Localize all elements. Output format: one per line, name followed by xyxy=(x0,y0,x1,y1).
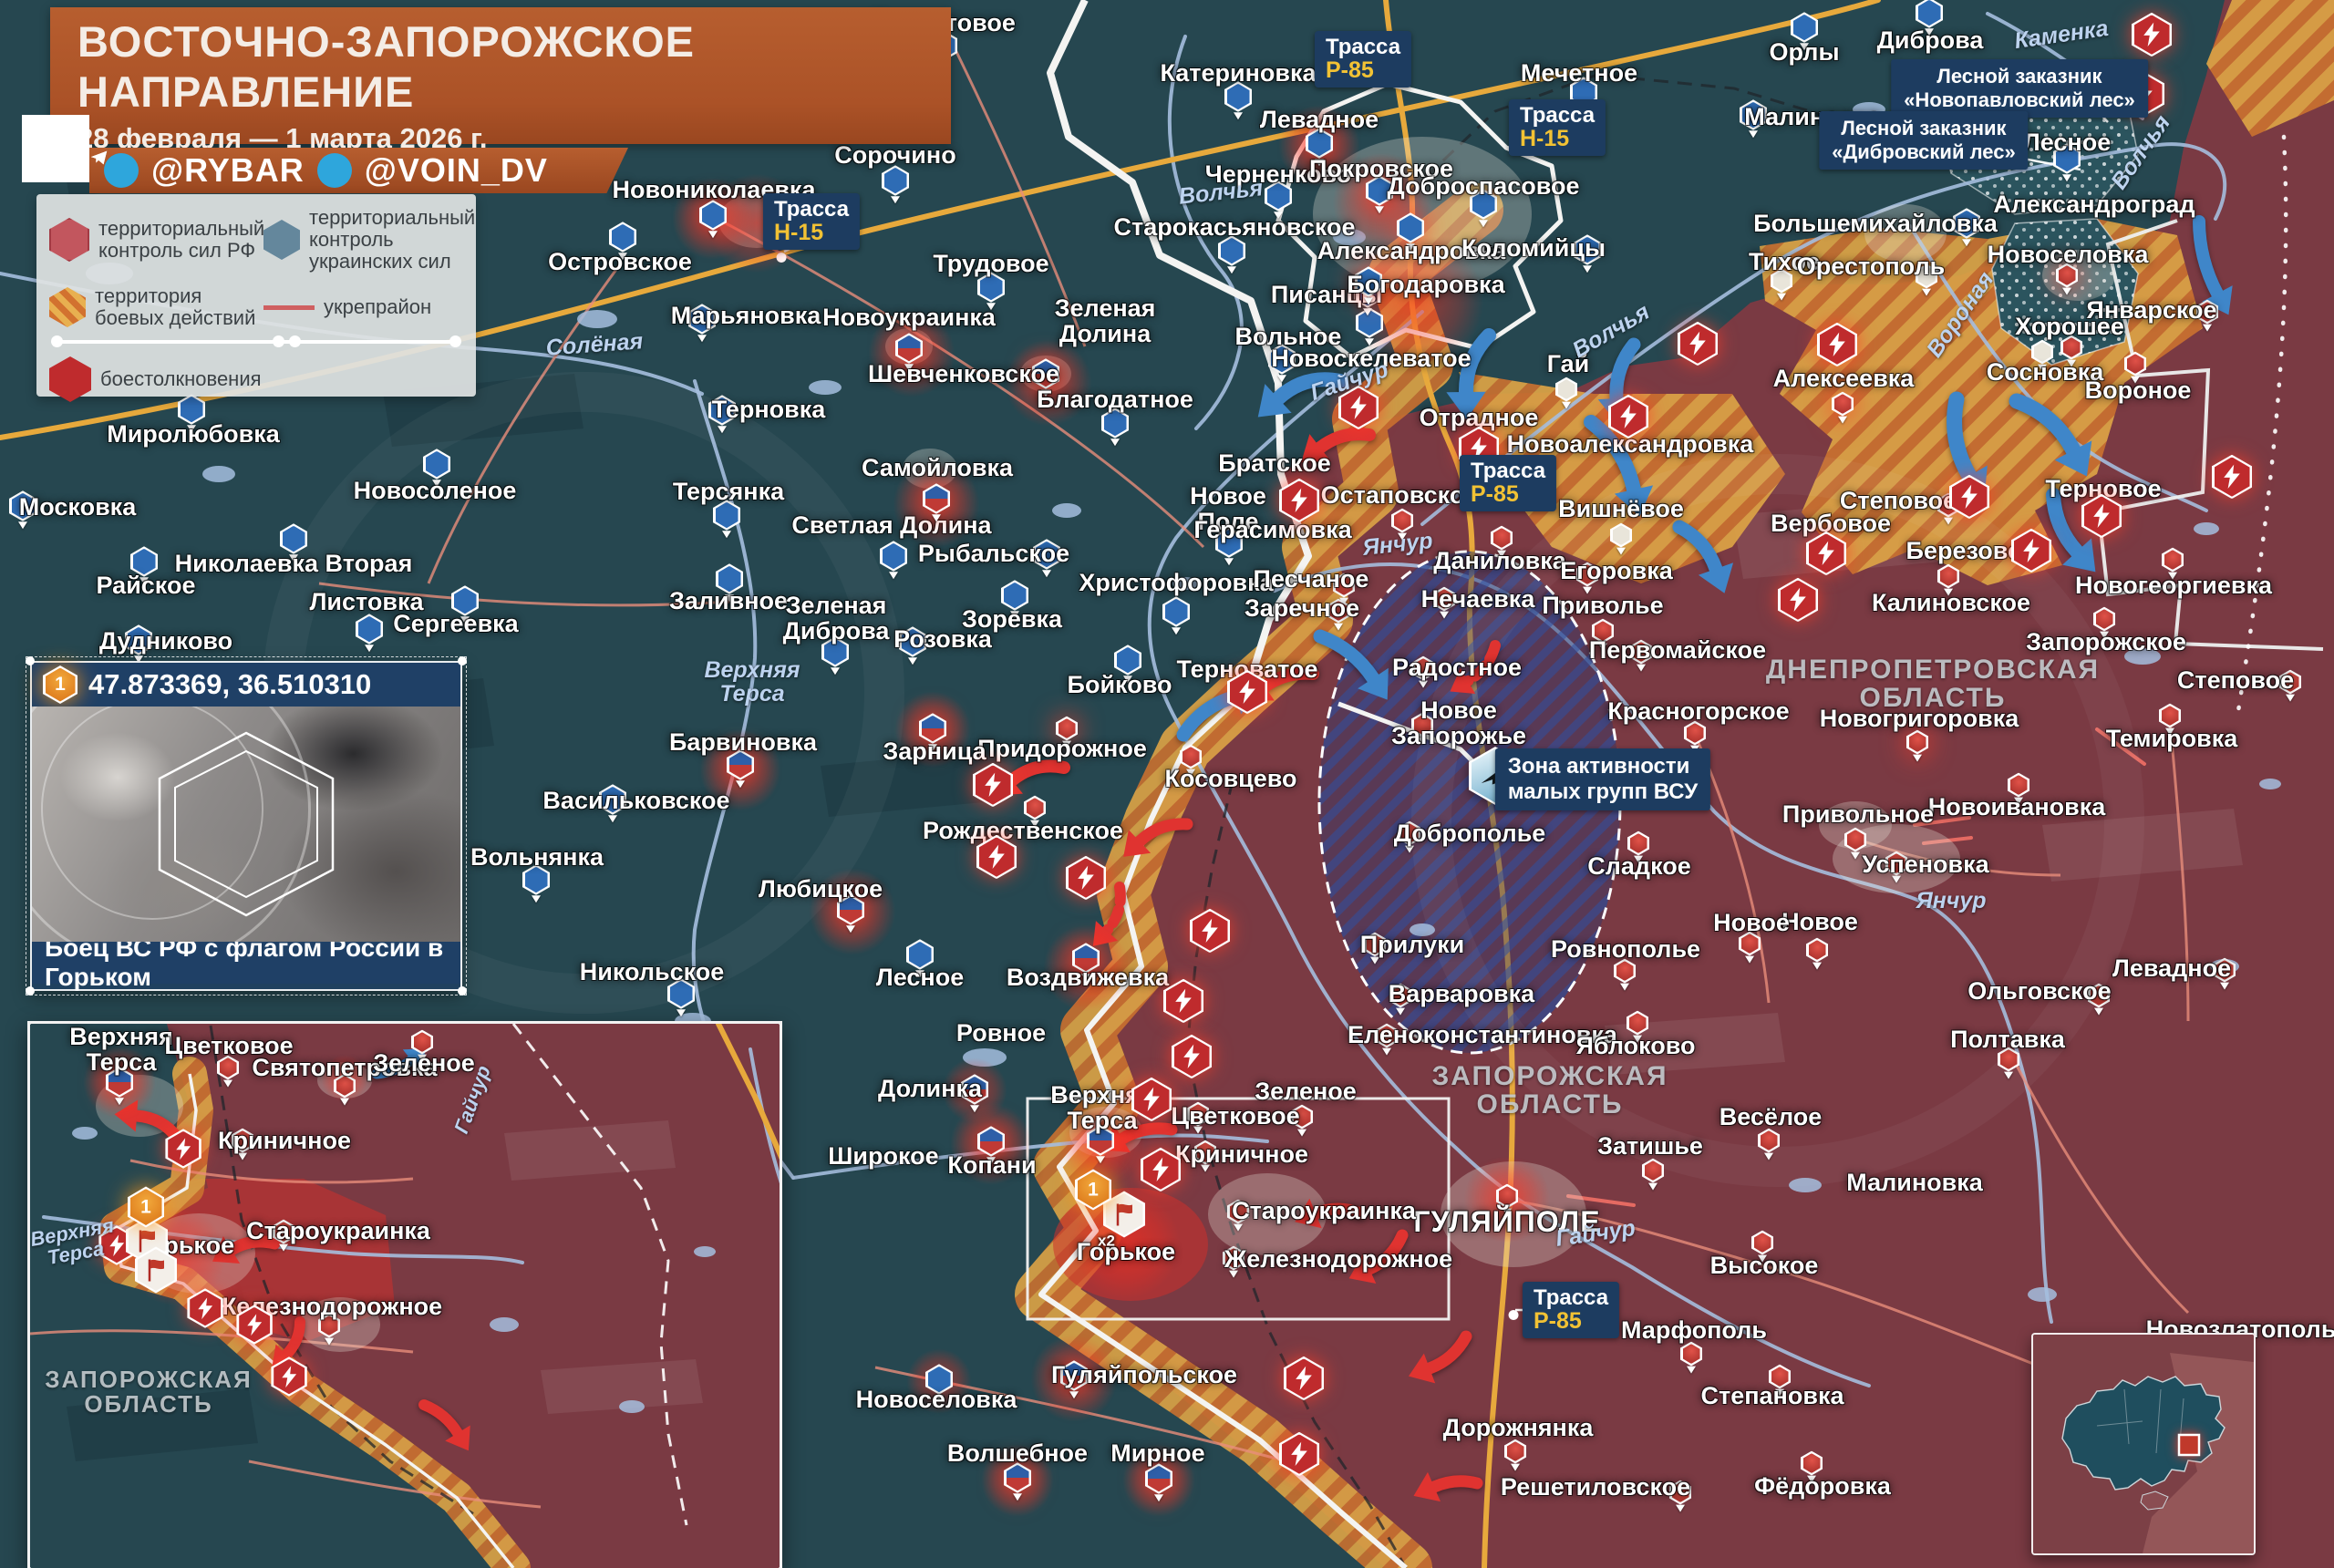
channel-handle-rybar[interactable]: @RYBAR xyxy=(151,151,305,190)
ru-control-icon xyxy=(49,218,89,262)
target-hexagon-overlay xyxy=(146,728,346,920)
qr-code xyxy=(26,119,86,179)
legend-label: территориальный контроль украинских сил xyxy=(309,207,475,273)
legend-item-fortified: укрепрайон xyxy=(263,285,475,329)
photo-image xyxy=(32,707,460,942)
page-title: ВОСТОЧНО-ЗАПОРОЖСКОЕ НАПРАВЛЕНИЕ xyxy=(77,16,951,117)
current-map-extent-square xyxy=(2179,1435,2199,1455)
map-wdot xyxy=(777,253,787,263)
fortified-line-icon xyxy=(263,305,315,310)
inset-map-canvas xyxy=(30,1024,780,1568)
map-legend: территориальный контроль сил РФ территор… xyxy=(36,194,476,397)
photo-header: 1 47.873369, 36.510310 xyxy=(32,663,460,707)
numbered-badge-icon: 1 xyxy=(43,665,77,704)
legend-item-combat-zone: территория боевых действий xyxy=(49,285,263,329)
legend-item-ru-control: территориальный контроль сил РФ xyxy=(49,207,263,273)
badge-number: 1 xyxy=(43,665,77,704)
legend-item-clashes: боестолкновения xyxy=(49,356,463,402)
clash-icon xyxy=(49,356,91,402)
title-block: ВОСТОЧНО-ЗАПОРОЖСКОЕ НАПРАВЛЕНИЕ 28 февр… xyxy=(50,7,951,144)
detail-inset-map: Верхняя ТерсаЦветковоеСвятопетровкаЗелен… xyxy=(27,1021,782,1568)
photo-caption: Боец ВС РФ с флагом России в Горьком xyxy=(32,942,460,984)
channels-bar: @RYBAR @VOIN_DV xyxy=(89,148,628,193)
legend-scale-line xyxy=(53,340,460,344)
legend-label: боестолкновения xyxy=(100,368,262,390)
photo-coordinates: 47.873369, 36.510310 xyxy=(88,668,371,701)
ukraine-locator-map xyxy=(2031,1333,2256,1555)
legend-label: территория боевых действий xyxy=(95,285,263,329)
combat-zone-icon xyxy=(49,287,86,327)
legend-label: территориальный контроль сил РФ xyxy=(98,218,264,262)
map-wdot xyxy=(1509,1310,1519,1320)
map-salient xyxy=(1053,1188,1208,1301)
map-screenshot: БерестовоеКатериновкаСорочиноНовониколае… xyxy=(0,0,2334,1568)
channel-handle-voindv[interactable]: @VOIN_DV xyxy=(365,151,548,190)
ua-control-icon xyxy=(263,220,300,260)
photo-inset-card: 1 47.873369, 36.510310 Боец ВС РФ с флаг… xyxy=(30,661,462,991)
telegram-icon xyxy=(317,153,352,188)
legend-item-ua-control: территориальный контроль украинских сил xyxy=(263,207,475,273)
map-wdot xyxy=(1491,485,1501,495)
legend-label: укрепрайон xyxy=(324,296,431,318)
